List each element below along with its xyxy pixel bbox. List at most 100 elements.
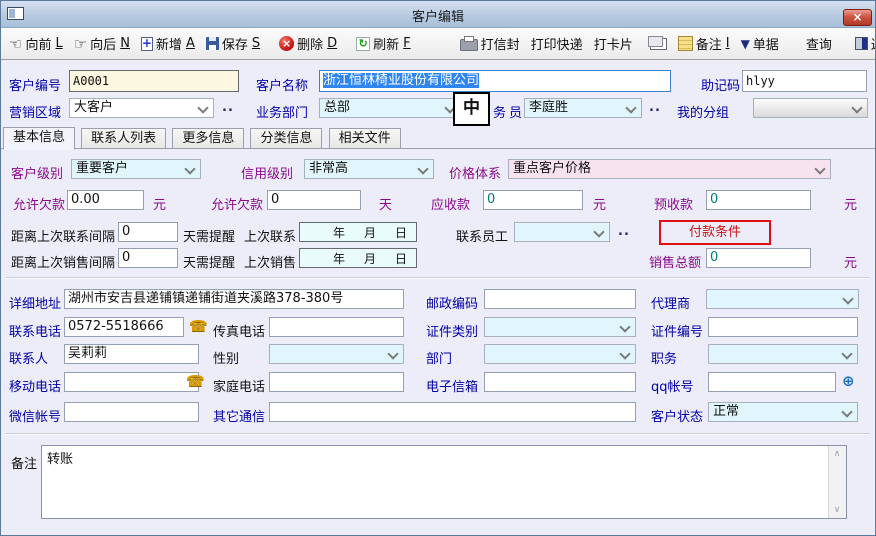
print-card-button[interactable]: 打卡片 <box>590 32 637 55</box>
sales-region-select[interactable]: 大客户 <box>69 98 214 118</box>
tab-related-files[interactable]: 相关文件 <box>329 128 401 149</box>
price-system-select[interactable]: 重点客户价格 <box>508 159 831 179</box>
position-label: 职务 <box>651 348 677 367</box>
tab-strip: 基本信息 联系人列表 更多信息 分类信息 相关文件 <box>1 127 875 149</box>
close-button[interactable]: × <box>843 9 872 26</box>
mobile-phone-icon[interactable]: ☎ <box>186 372 205 390</box>
tab-basic-info[interactable]: 基本信息 <box>3 127 75 150</box>
payment-terms-button[interactable]: 付款条件 <box>659 220 771 245</box>
allow-debt-amount-field[interactable]: 0.00 <box>67 190 144 210</box>
salesman-browse-button[interactable]: .. <box>649 100 661 115</box>
bill-button[interactable]: ▼ 单据 <box>737 32 783 55</box>
mnemonic-label: 助记码 <box>701 75 740 94</box>
last-contact-label: 上次联系 <box>244 226 296 245</box>
hand-right-icon: ☞ <box>74 37 87 51</box>
contact-interval-suffix: 天需提醒 <box>183 226 235 245</box>
delete-label: 删除 <box>297 34 323 53</box>
next-button[interactable]: ☞ 向后 N <box>70 32 134 55</box>
new-doc-icon: + <box>141 37 153 51</box>
salesman-select[interactable]: 李庭胜 <box>524 98 642 118</box>
customer-name-field[interactable]: 浙江恒林椅业股份有限公司 <box>319 70 671 92</box>
receivable-field[interactable]: 0 <box>483 190 583 210</box>
delete-icon: × <box>279 36 294 51</box>
home-phone-label: 家庭电话 <box>213 376 265 395</box>
mobile-field[interactable] <box>64 372 199 392</box>
address-field[interactable]: 湖州市安吉县递铺镇递铺街道夹溪路378-380号 <box>64 289 404 309</box>
memo-scrollbar[interactable]: ∧ ∨ <box>828 446 846 518</box>
customer-status-select[interactable]: 正常 <box>708 402 858 422</box>
print-envelope-label: 打信封 <box>481 34 520 53</box>
customer-level-label: 客户级别 <box>11 163 63 182</box>
print-envelope-button[interactable]: 打信封 <box>456 32 524 55</box>
note-icon <box>678 36 693 51</box>
down-arrow-icon: ▼ <box>741 37 750 51</box>
business-dept-select[interactable]: 总部 <box>319 98 461 118</box>
prev-button[interactable]: ☜ 向前 L <box>5 32 67 55</box>
department-select[interactable] <box>484 344 636 364</box>
other-comm-field[interactable] <box>269 402 636 422</box>
delete-button[interactable]: × 删除 D <box>275 32 341 55</box>
customer-level-select[interactable]: 重要客户 <box>71 159 201 179</box>
last-contact-date-field[interactable]: 年 月 日 <box>299 222 417 242</box>
tab-category-info[interactable]: 分类信息 <box>250 128 322 149</box>
note-button[interactable]: 备注 I <box>674 32 734 55</box>
receivable-label: 应收款 <box>431 194 470 213</box>
department-label: 部门 <box>426 348 452 367</box>
last-sale-date-field[interactable]: 年 月 日 <box>299 248 417 268</box>
allow-debt-days-field[interactable]: 0 <box>267 190 361 210</box>
my-group-select[interactable] <box>753 98 868 118</box>
business-dept-label: 业务部门 <box>256 102 308 121</box>
envelopes-button[interactable] <box>644 36 671 52</box>
floppy-icon <box>206 37 219 50</box>
query-button[interactable]: 查询 <box>802 32 836 55</box>
customer-name-label: 客户名称 <box>256 75 308 94</box>
agent-select[interactable] <box>706 289 859 309</box>
year-unit: 年 <box>333 250 345 267</box>
total-sales-field[interactable]: 0 <box>706 248 811 268</box>
day-unit: 日 <box>395 250 407 267</box>
mnemonic-field[interactable]: hlyy <box>742 70 867 92</box>
phone-field[interactable]: 0572-5518666 <box>64 317 184 337</box>
allow-debt-days-label: 允许欠款 <box>211 194 263 213</box>
tab-contact-list[interactable]: 联系人列表 <box>81 128 166 149</box>
credit-level-select[interactable]: 非常高 <box>304 159 434 179</box>
sale-interval-field[interactable]: 0 <box>118 248 178 268</box>
email-field[interactable] <box>484 372 636 392</box>
agent-label: 代理商 <box>651 293 690 312</box>
scroll-up-icon[interactable]: ∧ <box>829 446 845 462</box>
remark-textarea[interactable]: 转账 ∧ ∨ <box>41 445 847 519</box>
cert-no-field[interactable] <box>708 317 858 337</box>
refresh-button[interactable]: ↻ 刷新 F <box>352 32 415 55</box>
phone-icon[interactable]: ☎ <box>189 317 208 335</box>
print-express-button[interactable]: 打印快递 <box>527 32 587 55</box>
cert-type-select[interactable] <box>484 317 636 337</box>
prepaid-field[interactable]: 0 <box>706 190 811 210</box>
note-key: I <box>726 36 730 51</box>
wechat-field[interactable] <box>64 402 199 422</box>
tab-more-info[interactable]: 更多信息 <box>172 128 244 149</box>
new-button[interactable]: + 新增 A <box>137 32 199 55</box>
remark-label: 备注 <box>11 453 37 472</box>
home-phone-field[interactable] <box>269 372 404 392</box>
phone-label: 联系电话 <box>9 321 61 340</box>
scroll-down-icon[interactable]: ∨ <box>829 502 845 518</box>
save-button[interactable]: 保存 S <box>202 32 264 55</box>
prepaid-label: 预收款 <box>654 194 693 213</box>
fax-field[interactable] <box>269 317 404 337</box>
back-button[interactable]: 返回 R <box>851 32 876 55</box>
customer-no-field[interactable]: A0001 <box>69 70 239 92</box>
contact-interval-field[interactable]: 0 <box>118 222 178 242</box>
qq-field[interactable] <box>708 372 836 392</box>
globe-icon[interactable]: ⊕ <box>842 372 855 390</box>
postcode-field[interactable] <box>484 289 636 309</box>
contact-person-field[interactable]: 吴莉莉 <box>64 344 199 364</box>
gender-select[interactable] <box>269 344 404 364</box>
contact-interval-label: 距离上次联系间隔 <box>11 226 115 245</box>
sales-region-browse-button[interactable]: .. <box>222 100 234 115</box>
month-unit: 月 <box>364 250 376 267</box>
contact-staff-browse-button[interactable]: .. <box>618 224 630 239</box>
position-select[interactable] <box>708 344 858 364</box>
allow-debt-amount-unit: 元 <box>153 194 166 213</box>
contact-staff-select[interactable] <box>514 222 610 242</box>
envelopes-icon <box>650 38 667 50</box>
